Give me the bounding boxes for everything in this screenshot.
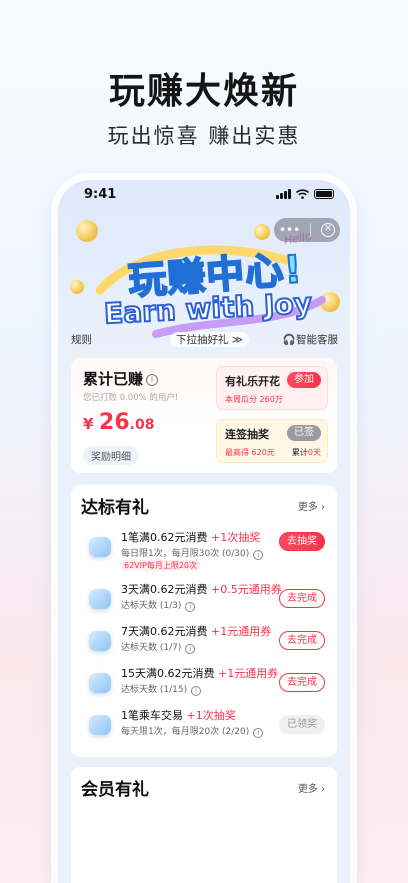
coin-icon — [76, 220, 98, 242]
amount-integer: 26 — [99, 410, 130, 435]
complete-button[interactable]: 去完成 — [279, 589, 325, 608]
promo-headline: 玩赚大焕新 — [108, 71, 299, 112]
status-time: 9:41 — [84, 187, 117, 202]
earnings-card: 累计已赚 i 您已打败 0.00% 的用户! ¥ 26.08 奖励明细 有礼乐开花… — [71, 358, 337, 473]
signin-title: 连签抽奖 — [225, 428, 269, 441]
tasks-card: 达标有礼 更多 › 1笔满0.62元消费 +1次抽奖 每日限1次，每月限30次 … — [71, 485, 337, 757]
earnings-amount: ¥ 26.08 — [83, 410, 154, 435]
task-title: 15天满0.62元消费 +1元通用券 — [121, 665, 278, 681]
service-label: 智能客服 — [296, 334, 338, 346]
info-icon[interactable]: i — [146, 374, 159, 386]
beat-text: 您已打败 0.00% 的用户! — [83, 393, 179, 403]
coin-icon — [70, 280, 84, 294]
task-reward: +1元通用券 — [211, 625, 272, 638]
task-icon — [89, 673, 111, 693]
task-title: 7天满0.62元消费 +1元通用券 — [121, 623, 271, 639]
task-icon — [89, 589, 111, 609]
flower-title: 有礼乐开花 — [225, 375, 280, 388]
task-desc-text: 每日限1次，每月限30次 (0/30) — [121, 549, 250, 559]
task-icon — [89, 631, 111, 651]
earnings-title-label: 累计已赚 — [83, 370, 144, 388]
task-icon — [89, 537, 111, 557]
service-link[interactable]: 🎧智能客服 — [283, 332, 338, 347]
battery-icon — [314, 189, 334, 199]
task-row: 1笔满0.62元消费 +1次抽奖 每日限1次，每月限30次 (0/30) i 62… — [71, 529, 337, 571]
more-options-icon[interactable]: ••• — [279, 223, 300, 237]
task-row: 1笔乘车交易 +1次抽奖 每天限1次，每月限20次 (2/20) i 已领奖 — [71, 707, 337, 747]
amount-decimal: .08 — [129, 417, 155, 433]
tasks-more-link[interactable]: 更多 › — [298, 498, 325, 513]
task-title-text: 3天满0.62元消费 — [121, 583, 208, 596]
task-desc: 达标天数 (1/3) i — [121, 598, 196, 612]
member-card: 会员有礼 更多 › — [71, 767, 337, 883]
flower-event-card[interactable]: 有礼乐开花 参加 本周瓜分 260万 — [216, 366, 328, 410]
close-icon[interactable]: ✕ — [321, 223, 336, 237]
member-title: 会员有礼 — [81, 780, 149, 800]
rules-link[interactable]: 规则 — [71, 332, 92, 347]
task-title-text: 1笔满0.62元消费 — [121, 531, 208, 544]
info-icon[interactable]: i — [253, 728, 264, 738]
complete-button[interactable]: 去完成 — [279, 631, 325, 650]
task-row: 7天满0.62元消费 +1元通用券 达标天数 (1/7) i 去完成 — [71, 623, 337, 663]
task-desc: 每天限1次，每月限20次 (2/20) i — [121, 724, 264, 738]
task-title: 1笔乘车交易 +1次抽奖 — [121, 707, 236, 723]
task-desc-text: 达标天数 (1/15) — [121, 685, 188, 695]
signin-lottery-card[interactable]: 连签抽奖 已签 最高得 620元 累计0天 — [216, 419, 328, 463]
signin-days-value: 0天 — [307, 448, 321, 457]
task-desc: 每日限1次，每月限30次 (0/30) i — [121, 546, 264, 560]
task-desc-text: 达标天数 (1/3) — [121, 601, 182, 611]
signed-button[interactable]: 已签 — [287, 425, 321, 441]
task-title-text: 7天满0.62元消费 — [121, 625, 208, 638]
vip-limit-tag: 62VIP每月上限20次 — [121, 560, 201, 571]
info-icon[interactable]: i — [185, 644, 196, 654]
task-icon — [89, 715, 111, 735]
promo-subline: 玩出惊喜 赚出实惠 — [107, 124, 301, 148]
task-desc: 达标天数 (1/15) i — [121, 682, 202, 696]
signin-days-label: 累计 — [291, 448, 308, 457]
draw-button[interactable]: 去抽奖 — [279, 532, 325, 551]
join-button[interactable]: 参加 — [287, 372, 321, 388]
earnings-title: 累计已赚 i — [83, 368, 159, 389]
signal-icon — [276, 189, 291, 199]
complete-button[interactable]: 去完成 — [279, 673, 325, 692]
member-more-link[interactable]: 更多 › — [298, 780, 325, 795]
currency-symbol: ¥ — [83, 415, 94, 433]
reward-detail-button[interactable]: 奖励明细 — [83, 446, 139, 465]
task-title: 3天满0.62元消费 +0.5元通用券 — [121, 581, 282, 597]
status-bar: 9:41 — [58, 180, 350, 210]
hero-links: 规则 下拉抽好礼 ≫ 🎧智能客服 — [58, 332, 350, 348]
signin-sub: 最高得 620元 — [225, 448, 275, 457]
info-icon[interactable]: i — [253, 550, 264, 560]
task-reward: +1次抽奖 — [211, 531, 261, 544]
task-desc: 达标天数 (1/7) i — [121, 640, 196, 654]
task-title: 1笔满0.62元消费 +1次抽奖 — [121, 529, 260, 545]
miniapp-capsule: ••• ✕ — [274, 218, 340, 242]
info-icon[interactable]: i — [191, 686, 202, 696]
task-reward: +1次抽奖 — [186, 709, 236, 722]
flower-sub: 本周瓜分 260万 — [225, 395, 283, 404]
headset-icon: 🎧 — [282, 334, 296, 346]
phone-frame: 玩赚中心! Earn with Joy Hello 9:41 ••• ✕ 规则 … — [58, 180, 350, 883]
task-reward: +0.5元通用券 — [211, 583, 282, 596]
task-title-text: 1笔乘车交易 — [121, 709, 183, 722]
wifi-icon — [296, 189, 309, 199]
task-desc-text: 每天限1次，每月限20次 (2/20) — [121, 727, 250, 737]
claimed-button[interactable]: 已领奖 — [279, 715, 325, 734]
task-row: 15天满0.62元消费 +1元通用券 达标天数 (1/15) i 去完成 — [71, 665, 337, 705]
pulldown-hint[interactable]: 下拉抽好礼 ≫ — [170, 332, 249, 347]
task-reward: +1元通用券 — [218, 667, 279, 680]
task-desc-text: 达标天数 (1/7) — [121, 643, 182, 653]
info-icon[interactable]: i — [185, 602, 196, 612]
task-row: 3天满0.62元消费 +0.5元通用券 达标天数 (1/3) i 去完成 — [71, 581, 337, 621]
signin-days: 累计0天 — [292, 447, 321, 458]
tasks-title: 达标有礼 — [81, 498, 149, 518]
task-title-text: 15天满0.62元消费 — [121, 667, 215, 680]
